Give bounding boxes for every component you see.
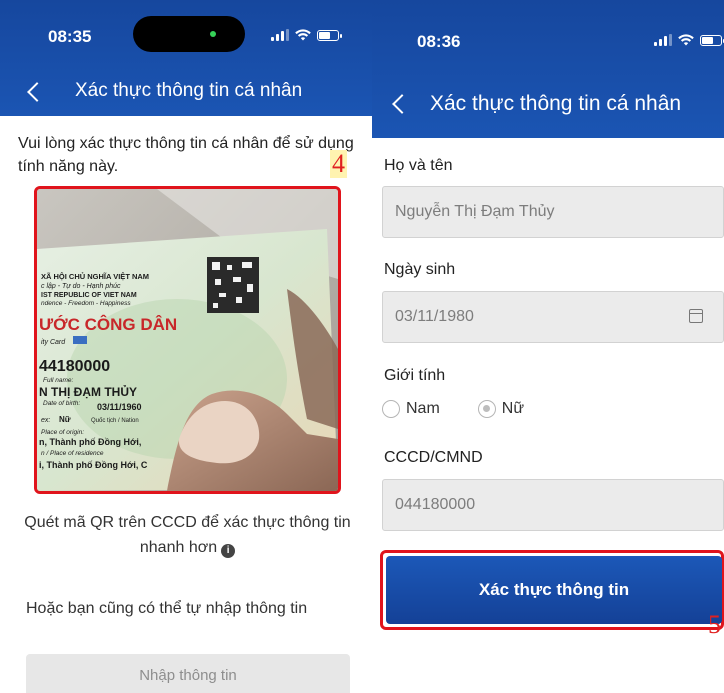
id-label: CCCD/CMND [384, 449, 483, 466]
card-sex-label: ex: [41, 417, 50, 424]
page-title: Xác thực thông tin cá nhân [75, 80, 303, 101]
gender-label: Giới tính [384, 367, 446, 384]
signal-icon [271, 29, 289, 41]
card-origin: n, Thành phố Đồng Hới, [39, 437, 141, 447]
status-time: 08:35 [48, 27, 92, 46]
fullname-label: Họ và tên [384, 157, 453, 174]
camera-indicator-icon [210, 31, 216, 37]
card-nationality: Quốc tịch / Nation [91, 418, 139, 424]
card-dob-label: Date of birth: [43, 400, 80, 407]
card-name: N THỊ ĐẠM THỦY [39, 384, 137, 399]
card-sex: Nữ [59, 415, 71, 424]
info-icon[interactable]: i [221, 544, 236, 558]
system-icons [654, 34, 724, 46]
dob-label: Ngày sinh [384, 261, 456, 278]
header-bar: 08:36 Xác thực thông tin cá nhân [372, 0, 724, 138]
radio-male[interactable] [382, 400, 400, 418]
back-chevron-icon[interactable] [392, 94, 412, 114]
system-icons [271, 29, 342, 41]
card-line2: c lập - Tự do - Hạnh phúc [41, 283, 121, 290]
card-origin-label: Place of origin: [41, 429, 84, 436]
qr-caption-text: Quét mã QR trên CCCD để xác thực thông t… [24, 514, 351, 556]
dynamic-island [133, 16, 245, 52]
status-bar: 08:35 [0, 0, 372, 70]
card-dob: 03/11/1960 [97, 402, 142, 412]
card-label: ity Card [41, 339, 66, 346]
card-title: ƯỚC CÔNG DÂN [39, 315, 177, 334]
manual-entry-hint: Hoặc bạn cũng có thể tự nhập thông tin [26, 600, 308, 617]
card-residence-label: n / Place of residence [41, 450, 104, 457]
status-time: 08:36 [417, 32, 461, 51]
battery-icon [317, 30, 342, 41]
id-field[interactable]: 044180000 [382, 479, 724, 531]
card-residence: i, Thành phố Đồng Hới, C [39, 460, 148, 470]
card-line4: ndence - Freedom - Happiness [41, 300, 131, 307]
fullname-field[interactable]: Nguyễn Thị Đạm Thủy [382, 186, 724, 238]
gender-option-male[interactable]: Nam [382, 400, 440, 418]
verify-button[interactable]: Xác thực thông tin [386, 556, 722, 624]
intro-text: Vui lòng xác thực thông tin cá nhân để s… [18, 135, 354, 175]
signal-icon [654, 34, 672, 46]
left-screen: 08:35 Xác thực thông tin cá nhân Vui lòn… [0, 0, 372, 693]
gender-option-female[interactable]: Nữ [477, 400, 525, 418]
page-title: Xác thực thông tin cá nhân [430, 92, 682, 115]
manual-entry-button[interactable]: Nhập thông tin [26, 654, 350, 693]
card-line1: XÃ HỘI CHỦ NGHĨA VIỆT NAM [41, 272, 149, 281]
id-value: 044180000 [395, 496, 476, 513]
battery-icon [700, 35, 724, 46]
card-number: 44180000 [39, 358, 110, 375]
gender-male-label: Nam [406, 400, 440, 417]
step-marker-4: 4 [330, 149, 347, 178]
status-bar: 08:36 [372, 0, 724, 70]
back-chevron-icon[interactable] [27, 82, 47, 102]
wifi-icon [678, 34, 694, 46]
id-card-photo-svg: XÃ HỘI CHỦ NGHĨA VIỆT NAM c lập - Tự do … [37, 189, 338, 491]
gender-radio-group: Nam Nữ [382, 400, 562, 418]
dob-field[interactable]: 03/11/1980 [382, 291, 724, 343]
step-marker-5: 5 [708, 610, 721, 639]
card-fullname-label: Full name: [43, 377, 74, 384]
gender-female-label: Nữ [501, 400, 525, 417]
card-line3: IST REPUBLIC OF VIET NAM [41, 292, 137, 299]
id-card-photo[interactable]: XÃ HỘI CHỦ NGHĨA VIỆT NAM c lập - Tự do … [34, 186, 341, 494]
dob-value: 03/11/1980 [395, 308, 474, 325]
calendar-icon[interactable] [689, 309, 703, 323]
radio-female[interactable] [477, 400, 496, 418]
right-screen: 08:36 Xác thực thông tin cá nhân Họ và t… [372, 0, 724, 693]
header-bar: 08:35 Xác thực thông tin cá nhân [0, 0, 372, 116]
wifi-icon [295, 29, 311, 41]
qr-caption: Quét mã QR trên CCCD để xác thực thông t… [20, 510, 355, 560]
fullname-value: Nguyễn Thị Đạm Thủy [395, 203, 555, 220]
